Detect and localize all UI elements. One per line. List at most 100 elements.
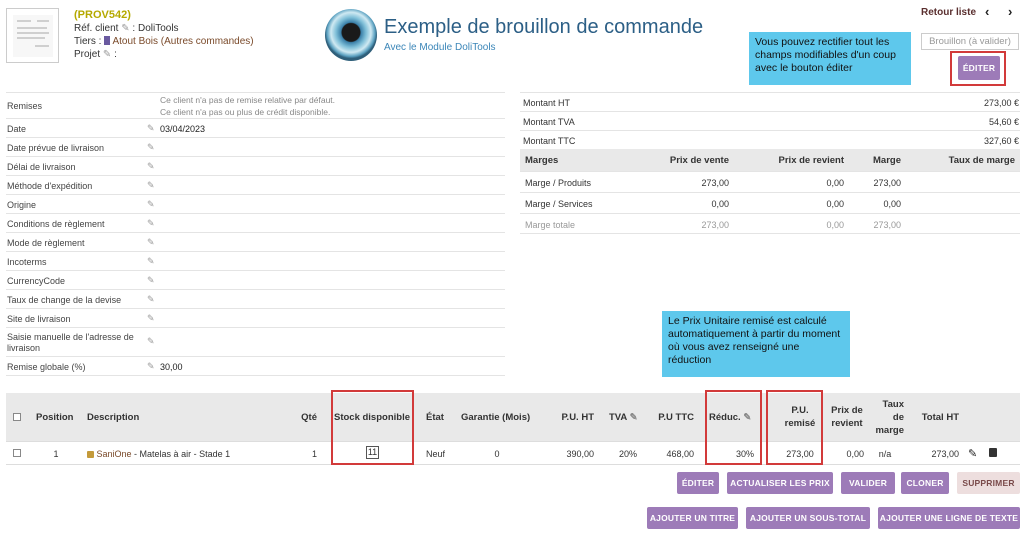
field-incoterms: Incoterms ✎ bbox=[6, 251, 505, 270]
field-label: Taux de change de la devise bbox=[7, 295, 122, 305]
col-qte: Qté bbox=[301, 412, 317, 423]
row-position: 1 bbox=[53, 449, 59, 459]
logo-subtitle: Avec le Module DoliTools bbox=[384, 42, 496, 53]
ref-client-line: Réf. client ✎ : DoliTools bbox=[74, 23, 179, 34]
pu-remise-callout: Le Prix Unitaire remisé est calculé auto… bbox=[662, 311, 850, 377]
field-date: Date ✎ 03/04/2023 bbox=[6, 118, 505, 137]
pu-remise-highlight-box bbox=[766, 390, 823, 465]
remises-note-relative: Ce client n'a pas de remise relative par… bbox=[160, 95, 336, 105]
pencil-icon[interactable]: ✎ bbox=[147, 123, 155, 134]
dolitools-logo bbox=[325, 9, 377, 61]
cloner-button[interactable]: CLONER bbox=[901, 472, 949, 494]
margins-col-vente: Prix de vente bbox=[669, 155, 729, 166]
amount-label: Montant TTC bbox=[523, 136, 576, 146]
field-label: Délai de livraison bbox=[7, 162, 76, 172]
ajouter-sous-total-button[interactable]: AJOUTER UN SOUS-TOTAL bbox=[746, 507, 870, 529]
field-label: Origine bbox=[7, 200, 37, 210]
row-description: SaniOne - Matelas à air - Stade 1 bbox=[87, 449, 230, 459]
field-date-livraison: Date prévue de livraison ✎ bbox=[6, 137, 505, 156]
edit-callout: Vous pouvez rectifier tout les champs mo… bbox=[749, 32, 911, 85]
editer-top-button[interactable]: ÉDITER bbox=[958, 56, 1000, 80]
actualiser-prix-button[interactable]: ACTUALISER LES PRIX bbox=[727, 472, 833, 494]
field-delai-livraison: Délai de livraison ✎ bbox=[6, 156, 505, 175]
editer-button[interactable]: ÉDITER bbox=[677, 472, 719, 494]
col-etat: État bbox=[426, 412, 444, 423]
pencil-icon[interactable]: ✎ bbox=[147, 199, 155, 210]
pencil-icon[interactable]: ✎ bbox=[147, 275, 155, 286]
field-label: Incoterms bbox=[7, 257, 47, 267]
pencil-icon[interactable]: ✎ bbox=[147, 142, 155, 153]
remises-note-credit: Ce client n'a pas ou plus de crédit disp… bbox=[160, 107, 331, 117]
retour-liste-link[interactable]: Retour liste bbox=[921, 7, 976, 18]
delete-line-icon[interactable] bbox=[989, 448, 997, 457]
margins-vente: 273,00 bbox=[701, 220, 729, 230]
row-taux-marge: n/a bbox=[878, 449, 892, 459]
supprimer-button[interactable]: SUPPRIMER bbox=[957, 472, 1020, 494]
field-label: Mode de règlement bbox=[7, 238, 85, 248]
row-etat: Neuf bbox=[426, 449, 446, 459]
margins-total-row: Marge totale 273,00 0,00 273,00 bbox=[520, 213, 1020, 234]
ref-client-label: Réf. client bbox=[74, 23, 119, 34]
pencil-icon[interactable]: ✎ bbox=[147, 237, 155, 248]
pencil-icon[interactable]: ✎ bbox=[121, 23, 129, 34]
margins-col-marge: Marge bbox=[873, 155, 901, 166]
ajouter-titre-button[interactable]: AJOUTER UN TITRE bbox=[647, 507, 738, 529]
pencil-icon[interactable]: ✎ bbox=[630, 412, 638, 423]
pencil-icon[interactable]: ✎ bbox=[147, 336, 155, 347]
margins-marge: 273,00 bbox=[873, 220, 901, 230]
col-taux-marge-3: marge bbox=[875, 425, 904, 436]
col-description: Description bbox=[87, 412, 140, 423]
projet-value: : bbox=[114, 49, 117, 60]
projet-label: Projet bbox=[74, 49, 101, 60]
chevron-left-icon[interactable]: ‹ bbox=[985, 4, 989, 19]
pencil-icon[interactable]: ✎ bbox=[147, 256, 155, 267]
select-all-checkbox[interactable] bbox=[13, 413, 21, 421]
margins-marge: 273,00 bbox=[873, 178, 901, 188]
ref-client-value: : DoliTools bbox=[132, 23, 179, 34]
field-label: Date bbox=[7, 124, 27, 134]
valider-button[interactable]: VALIDER bbox=[841, 472, 895, 494]
field-label: CurrencyCode bbox=[7, 276, 66, 286]
field-label: Remise globale (%) bbox=[7, 362, 86, 372]
col-taux-marge-1: Taux bbox=[882, 399, 904, 410]
chevron-right-icon[interactable]: › bbox=[1008, 4, 1012, 19]
pencil-icon[interactable]: ✎ bbox=[147, 161, 155, 172]
edit-line-icon[interactable]: ✎ bbox=[968, 447, 977, 460]
pencil-icon[interactable]: ✎ bbox=[147, 180, 155, 191]
amount-label: Montant HT bbox=[523, 98, 571, 108]
amount-tva-row: Montant TVA 54,60 € bbox=[520, 111, 1020, 130]
field-label: Remises bbox=[7, 101, 43, 111]
product-icon bbox=[87, 451, 94, 458]
row-qte: 1 bbox=[311, 449, 317, 459]
row-checkbox[interactable] bbox=[13, 449, 21, 457]
pencil-icon[interactable]: ✎ bbox=[147, 218, 155, 229]
company-icon bbox=[104, 36, 111, 45]
col-pu-ht: P.U. HT bbox=[561, 412, 594, 423]
row-pu-ttc: 468,00 bbox=[666, 449, 694, 459]
col-position: Position bbox=[36, 412, 74, 423]
tiers-link[interactable]: Atout Bois (Autres commandes) bbox=[112, 36, 253, 47]
field-remise-globale: Remise globale (%) ✎ 30,00 bbox=[6, 356, 505, 376]
field-label: Site de livraison bbox=[7, 314, 71, 324]
tiers-line: Tiers : Atout Bois (Autres commandes) bbox=[74, 36, 254, 47]
pencil-icon[interactable]: ✎ bbox=[103, 49, 111, 60]
field-mode-reglement: Mode de règlement ✎ bbox=[6, 232, 505, 251]
field-taux-change: Taux de change de la devise ✎ bbox=[6, 289, 505, 308]
pencil-icon[interactable]: ✎ bbox=[147, 313, 155, 324]
margins-header: Marges Prix de vente Prix de revient Mar… bbox=[520, 149, 1020, 171]
margins-marge: 0,00 bbox=[883, 199, 901, 209]
logo-title: Exemple de brouillon de commande bbox=[384, 16, 704, 38]
amount-value: 54,60 € bbox=[988, 117, 1019, 127]
ajouter-ligne-texte-button[interactable]: AJOUTER UNE LIGNE DE TEXTE bbox=[878, 507, 1020, 529]
col-tva: TVA ✎ bbox=[609, 412, 638, 423]
status-badge: Brouillon (à valider) bbox=[921, 33, 1019, 50]
product-link[interactable]: SaniOne bbox=[97, 449, 132, 459]
pencil-icon[interactable]: ✎ bbox=[147, 294, 155, 305]
amount-value: 327,60 € bbox=[983, 136, 1019, 146]
date-value: 03/04/2023 bbox=[160, 124, 206, 134]
row-prix-revient: 0,00 bbox=[846, 449, 864, 459]
row-tva: 20% bbox=[618, 449, 637, 459]
pencil-icon[interactable]: ✎ bbox=[147, 361, 155, 372]
reduc-highlight-box bbox=[705, 390, 762, 465]
amount-ttc-row: Montant TTC 327,60 € bbox=[520, 130, 1020, 149]
